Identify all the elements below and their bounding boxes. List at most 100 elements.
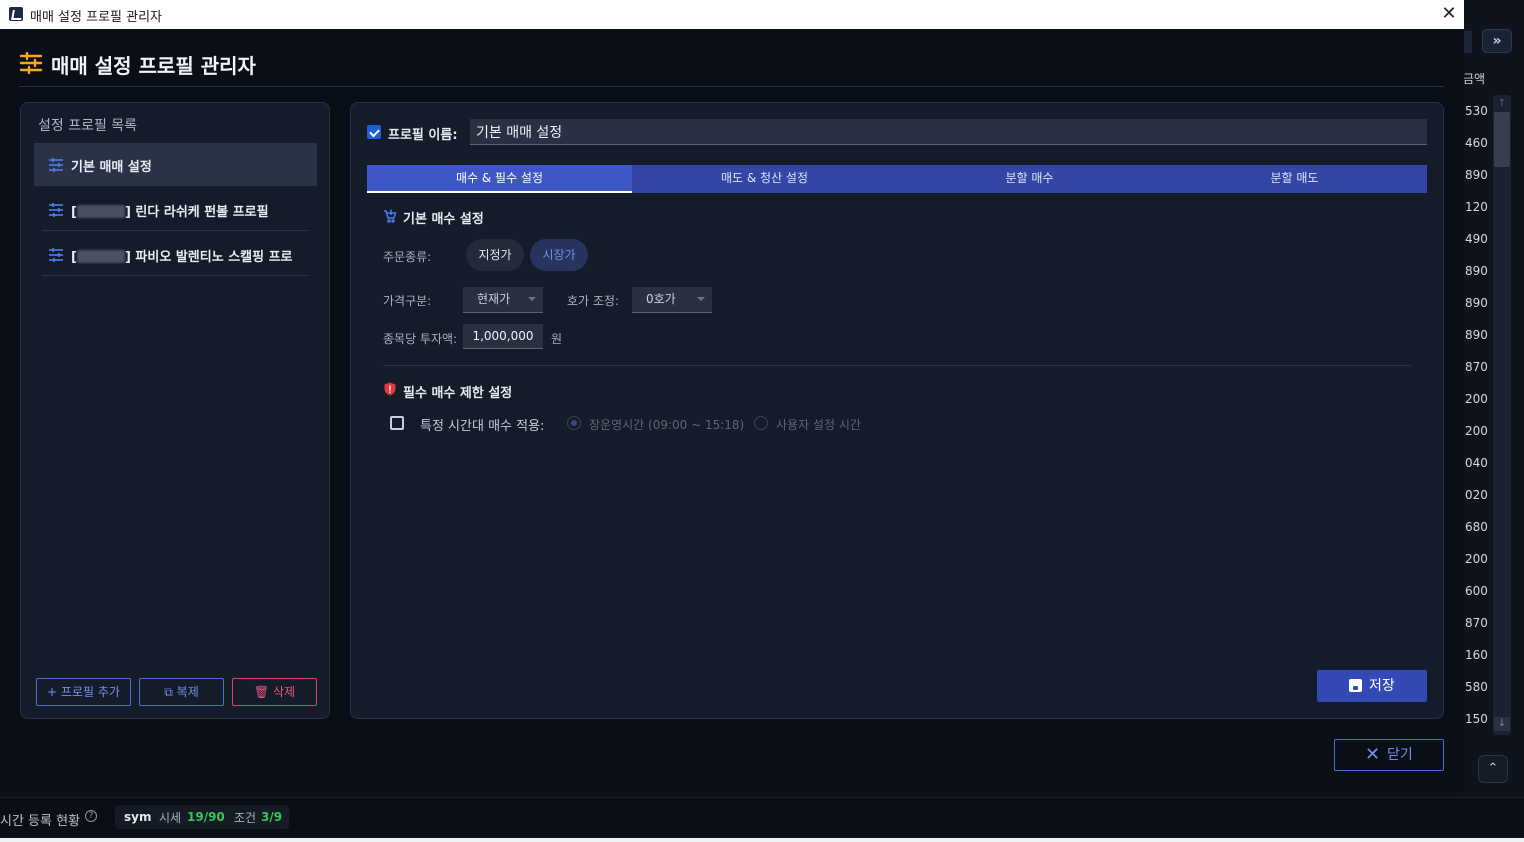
amount-cell: 890: [1465, 264, 1488, 278]
tab-split-buy[interactable]: 분할 매수: [897, 165, 1162, 193]
profile-list-title: 설정 프로필 목록: [38, 118, 138, 134]
profile-editor-panel: [350, 102, 1444, 719]
amount-label: 종목당 투자액:: [383, 332, 458, 346]
app-icon: [9, 7, 23, 21]
scroll-down-arrow-icon[interactable]: ↓: [1494, 717, 1510, 731]
profile-name-input[interactable]: [470, 119, 1427, 145]
amount-cell: 120: [1465, 200, 1488, 214]
chevron-up-icon: ⌃: [1487, 761, 1499, 776]
tick-adjust-select[interactable]: 0호가: [632, 287, 712, 313]
order-type-market-option[interactable]: 시장가: [530, 239, 588, 271]
table-scrollbar[interactable]: [1493, 95, 1511, 735]
amount-cell: 680: [1465, 520, 1488, 534]
window-close-button[interactable]: ✕: [1436, 2, 1462, 26]
profile-item-label: [] 파비오 발렌티노 스캘핑 프로: [71, 250, 293, 265]
amount-cell: 460: [1465, 136, 1488, 150]
order-type-limit-option[interactable]: 지정가: [466, 239, 524, 271]
sliders-icon: [49, 203, 63, 217]
amount-cell: 580: [1465, 680, 1488, 694]
help-icon[interactable]: ?: [85, 810, 97, 822]
price-type-value: 현재가: [477, 292, 511, 306]
close-icon: ✕: [1365, 744, 1381, 765]
profile-item-label: 기본 매매 설정: [71, 160, 152, 175]
amount-cell: 890: [1465, 296, 1488, 310]
chip-condition-value: 3/9: [261, 810, 283, 824]
sliders-icon: [49, 248, 63, 262]
price-type-label: 가격구분:: [383, 294, 432, 308]
custom-time-radio[interactable]: [754, 416, 768, 430]
table-scrollbar-thumb[interactable]: [1494, 112, 1510, 167]
sliders-icon: [49, 158, 63, 172]
amount-column-header: 금액: [1463, 72, 1486, 86]
chip-quote-label: 시세: [159, 811, 182, 825]
amount-cell: 890: [1465, 168, 1488, 182]
profile-item-default[interactable]: 기본 매매 설정: [34, 143, 317, 186]
order-type-label: 주문종류:: [383, 250, 432, 264]
caret-down-icon: [528, 297, 536, 301]
amount-column-values: 530 460 890 120 490 890 890 890 870 200 200 040 020 6…: [1465, 104, 1493, 744]
profile-item-linda[interactable]: [] 린다 라쉬케 펀볼 프로필: [34, 188, 317, 231]
profile-item-label: [] 린다 라쉬케 펀볼 프로필: [71, 205, 269, 220]
tab-buy-required[interactable]: 매수 & 필수 설정: [367, 165, 632, 193]
amount-unit: 원: [551, 332, 563, 346]
item-divider: [42, 230, 309, 231]
delete-profile-button[interactable]: 🗑 삭제: [232, 678, 317, 706]
tick-adjust-label: 호가 조정:: [567, 294, 620, 308]
profile-name-label: 프로필 이름:: [388, 128, 458, 143]
market-hours-radio[interactable]: [567, 416, 581, 430]
scroll-up-arrow-icon[interactable]: ↑: [1494, 97, 1510, 111]
tab-sell-liquidation[interactable]: 매도 & 청산 설정: [632, 165, 897, 193]
double-chevron-right-icon: »: [1492, 33, 1502, 49]
time-restriction-checkbox[interactable]: [390, 416, 404, 430]
window-titlebar: [0, 0, 1464, 29]
buy-limit-title: 필수 매수 제한 설정: [403, 386, 513, 401]
close-button[interactable]: ✕ 닫기: [1334, 739, 1444, 771]
amount-cell: 200: [1465, 392, 1488, 406]
copy-profile-button[interactable]: ⧉ 복제: [139, 678, 224, 706]
amount-cell: 870: [1465, 360, 1488, 374]
amount-cell: 530: [1465, 104, 1488, 118]
tab-split-sell[interactable]: 분할 매도: [1162, 165, 1427, 193]
amount-cell: 200: [1465, 424, 1488, 438]
amount-cell: 160: [1465, 648, 1488, 662]
chip-sym-label: sym: [124, 810, 152, 824]
add-profile-button[interactable]: + 프로필 추가: [36, 678, 131, 706]
chip-quote-value: 19/90: [187, 810, 225, 824]
section-divider: [383, 365, 1411, 366]
edit-icon: [367, 125, 381, 139]
status-label: 시간 등록 현황: [0, 814, 81, 829]
price-type-select[interactable]: 현재가: [463, 287, 543, 313]
save-button-label: 저장: [1369, 678, 1395, 694]
custom-time-radio-label: 사용자 설정 시간: [776, 418, 861, 432]
amount-cell: 200: [1465, 552, 1488, 566]
profile-item-fabio[interactable]: [] 파비오 발렌티노 스캘핑 프로: [34, 233, 317, 276]
bottom-edge: [0, 838, 1524, 842]
sliders-icon: [19, 52, 43, 74]
close-button-label: 닫기: [1387, 747, 1413, 763]
basic-buy-title: 기본 매수 설정: [403, 212, 484, 227]
amount-cell: 040: [1465, 456, 1488, 470]
background-tab-edge: [1463, 31, 1472, 53]
scroll-to-top-button[interactable]: ⌃: [1478, 755, 1508, 783]
amount-cell: 150: [1465, 712, 1488, 726]
floppy-disk-icon: [1349, 679, 1362, 692]
amount-cell: 490: [1465, 232, 1488, 246]
shield-icon: [384, 382, 396, 396]
item-divider: [42, 275, 309, 276]
market-hours-radio-label: 장운영시간 (09:00 ~ 15:18): [589, 418, 745, 432]
page-title: 매매 설정 프로필 관리자: [51, 54, 256, 78]
cart-icon: [384, 209, 397, 223]
tick-adjust-value: 0호가: [646, 292, 676, 306]
amount-input[interactable]: [463, 324, 543, 349]
expand-panel-button[interactable]: »: [1482, 29, 1512, 53]
settings-tabs: 매수 & 필수 설정 매도 & 청산 설정 분할 매수 분할 매도: [367, 165, 1427, 193]
save-button[interactable]: 저장: [1317, 670, 1427, 702]
caret-down-icon: [697, 297, 705, 301]
chip-condition-label: 조건: [234, 811, 257, 825]
window-title: 매매 설정 프로필 관리자: [30, 10, 162, 25]
redacted-text: [76, 250, 125, 263]
amount-cell: 020: [1465, 488, 1488, 502]
close-icon: ✕: [1441, 3, 1457, 24]
redacted-text: [76, 205, 125, 218]
time-restriction-label: 특정 시간대 매수 적용:: [420, 419, 545, 434]
